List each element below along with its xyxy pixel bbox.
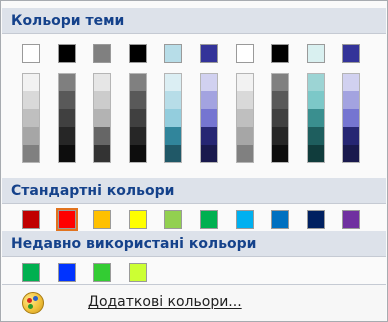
theme-shade-indigo-2[interactable] — [200, 91, 218, 109]
theme-color-indigo-2[interactable] — [342, 44, 361, 63]
standard-color-purple[interactable] — [342, 210, 361, 229]
theme-color-white[interactable] — [22, 44, 40, 63]
theme-shade-gray-3[interactable] — [93, 109, 112, 127]
theme-shade-light-cyan-3[interactable] — [164, 109, 183, 127]
theme-shade-white-1[interactable] — [22, 73, 40, 91]
theme-shade-white-2-1[interactable] — [235, 73, 254, 91]
theme-shade-black-1[interactable] — [57, 73, 76, 91]
theme-shade-black-2-4[interactable] — [128, 127, 147, 145]
standard-color-blue[interactable] — [271, 210, 290, 229]
theme-shade-light-cyan-1[interactable] — [164, 73, 183, 91]
theme-shade-pale-cyan-4[interactable] — [306, 127, 325, 145]
theme-shade-black-2[interactable] — [57, 91, 76, 109]
theme-shade-indigo-2-2[interactable] — [342, 91, 361, 109]
theme-shade-black-2-1[interactable] — [128, 73, 147, 91]
theme-shade-black-3-5[interactable] — [271, 145, 290, 163]
recent-colors-header: Недавно використані кольори — [2, 231, 386, 257]
more-colors-button[interactable]: Додаткові кольори... — [2, 284, 386, 321]
theme-shade-indigo-2-4[interactable] — [342, 127, 361, 145]
color-picker-panel: Кольори теми Стандартні кольори Недавно … — [0, 0, 388, 322]
theme-shade-indigo-3[interactable] — [200, 109, 218, 127]
theme-shade-pale-cyan-1[interactable] — [306, 73, 325, 91]
theme-shade-black-4[interactable] — [57, 127, 76, 145]
theme-shade-pale-cyan-5[interactable] — [306, 145, 325, 163]
theme-shade-black-2-5[interactable] — [128, 145, 147, 163]
theme-shade-black-2-2[interactable] — [128, 91, 147, 109]
theme-shade-indigo-1[interactable] — [200, 73, 218, 91]
theme-shade-black-3-3[interactable] — [271, 109, 290, 127]
theme-shade-black-3-1[interactable] — [271, 73, 290, 91]
theme-color-black-3[interactable] — [271, 44, 290, 63]
theme-shade-black-2-3[interactable] — [128, 109, 147, 127]
theme-shade-pale-cyan-3[interactable] — [306, 109, 325, 127]
standard-color-green[interactable] — [200, 210, 218, 229]
standard-colors-header: Стандартні кольори — [2, 178, 386, 204]
theme-shade-indigo-5[interactable] — [200, 145, 218, 163]
theme-color-gray[interactable] — [93, 44, 112, 63]
theme-shade-white-2[interactable] — [22, 91, 40, 109]
theme-shade-white-2-2[interactable] — [235, 91, 254, 109]
theme-shade-black-3[interactable] — [57, 109, 76, 127]
theme-shade-indigo-2-1[interactable] — [342, 73, 361, 91]
standard-color-orange[interactable] — [93, 210, 112, 229]
theme-shade-light-cyan-5[interactable] — [164, 145, 183, 163]
theme-shade-gray-5[interactable] — [93, 145, 112, 163]
theme-shade-indigo-2-5[interactable] — [342, 145, 361, 163]
theme-shade-black-3-4[interactable] — [271, 127, 290, 145]
theme-shade-black-3-2[interactable] — [271, 91, 290, 109]
recent-color-blue[interactable] — [57, 263, 76, 282]
standard-color-red[interactable] — [55, 208, 78, 231]
theme-shade-light-cyan-4[interactable] — [164, 127, 183, 145]
standard-color-light-blue[interactable] — [235, 210, 254, 229]
theme-color-white-2[interactable] — [235, 44, 254, 63]
theme-shade-white-2-5[interactable] — [235, 145, 254, 163]
recent-color-green[interactable] — [22, 263, 40, 282]
theme-shade-white-3[interactable] — [22, 109, 40, 127]
palette-icon — [22, 292, 44, 314]
recent-color-lime[interactable] — [128, 263, 147, 282]
theme-shade-indigo-4[interactable] — [200, 127, 218, 145]
theme-shade-gray-4[interactable] — [93, 127, 112, 145]
theme-color-indigo[interactable] — [200, 44, 218, 63]
standard-color-dark-red[interactable] — [22, 210, 40, 229]
theme-shade-gray-1[interactable] — [93, 73, 112, 91]
theme-shade-pale-cyan-2[interactable] — [306, 91, 325, 109]
standard-color-light-green[interactable] — [164, 210, 183, 229]
theme-shade-gray-2[interactable] — [93, 91, 112, 109]
theme-color-black-2[interactable] — [128, 44, 147, 63]
theme-shade-indigo-2-3[interactable] — [342, 109, 361, 127]
recent-color-bright-green[interactable] — [93, 263, 112, 282]
theme-shade-white-4[interactable] — [22, 127, 40, 145]
theme-shade-light-cyan-2[interactable] — [164, 91, 183, 109]
theme-shade-white-5[interactable] — [22, 145, 40, 163]
standard-color-dark-blue[interactable] — [306, 210, 325, 229]
theme-shade-black-5[interactable] — [57, 145, 76, 163]
theme-color-black[interactable] — [57, 44, 76, 63]
more-colors-label: Додаткові кольори... — [88, 294, 242, 310]
theme-colors-header: Кольори теми — [2, 8, 386, 34]
theme-shade-white-2-4[interactable] — [235, 127, 254, 145]
standard-color-yellow[interactable] — [128, 210, 147, 229]
theme-shade-white-2-3[interactable] — [235, 109, 254, 127]
theme-color-light-cyan[interactable] — [164, 44, 183, 63]
theme-color-pale-cyan[interactable] — [306, 44, 325, 63]
